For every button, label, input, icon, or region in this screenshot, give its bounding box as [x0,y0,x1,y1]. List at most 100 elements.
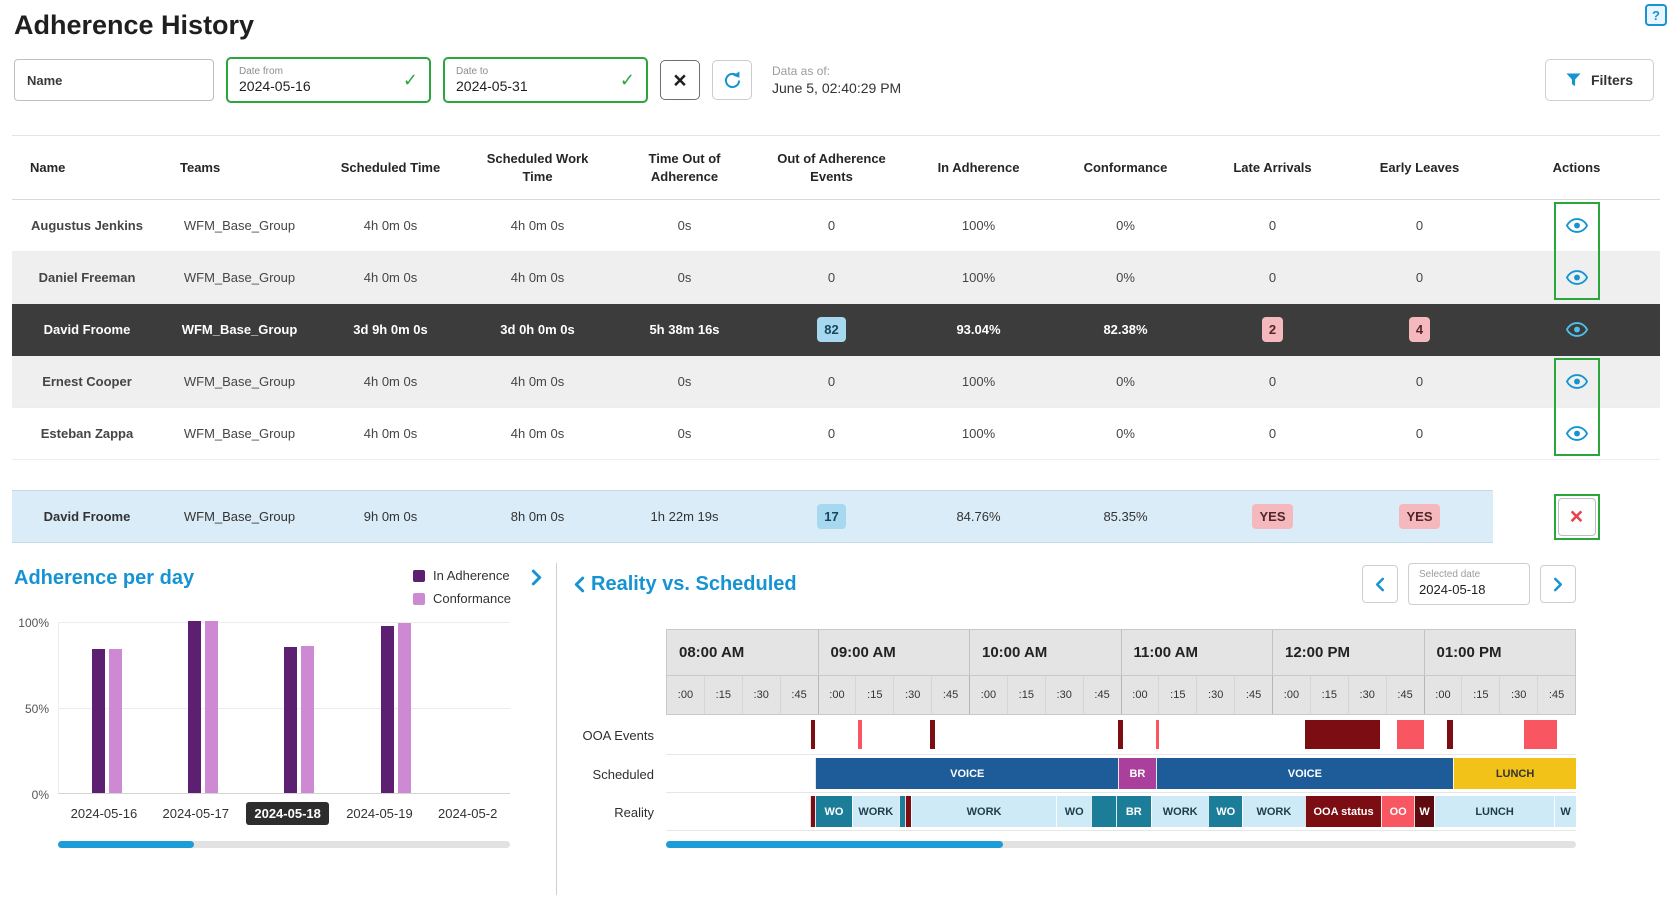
x-axis-date-label[interactable]: 2024-05-19 [338,802,421,825]
table-row-selected[interactable]: David Froome WFM_Base_Group 3d 9h 0m 0s … [12,304,1660,356]
quarter-header-cell: :00 [667,676,704,714]
selected-date-value: 2024-05-18 [1419,582,1519,597]
reality-segment[interactable] [1091,796,1116,827]
scheduled-time: 4h 0m 0s [317,252,464,304]
chart-scrollbar-thumb[interactable] [58,841,194,848]
legend-label: In Adherence [433,568,510,583]
team-name: WFM_Base_Group [162,408,317,460]
date-from-value: 2024-05-16 [239,78,403,95]
name-filter-input[interactable] [14,59,214,101]
reality-segment[interactable]: OO [1381,796,1414,827]
out-of-adherence-events: 0 [758,200,905,252]
x-axis-date-label[interactable]: 2024-05-18 [246,802,329,825]
scheduled-work-time: 3d 0h 0m 0s [464,304,611,356]
early-leaves-badge: YES [1399,504,1439,529]
time-out-of-adherence: 0s [611,252,758,304]
reality-segment[interactable]: WORK [911,796,1057,827]
x-axis-date-label[interactable]: 2024-05-2 [430,802,505,825]
selected-date-label: Selected date [1419,569,1519,580]
legend-item: Conformance [413,591,511,606]
timeline-title: Reality vs. Scheduled [591,573,797,596]
ooa-event-mark[interactable] [1156,720,1160,749]
view-details-button[interactable] [1562,318,1592,341]
ooa-event-mark[interactable] [1447,720,1453,749]
reality-segment[interactable]: WO [1056,796,1091,827]
reality-segment[interactable]: BR [1116,796,1151,827]
table-row[interactable]: Augustus Jenkins WFM_Base_Group 4h 0m 0s… [12,200,1660,252]
out-of-adherence-events: 0 [758,252,905,304]
team-name: WFM_Base_Group [162,356,317,408]
scheduled-segment[interactable]: VOICE [815,758,1118,789]
table-row[interactable]: Esteban Zappa WFM_Base_Group 4h 0m 0s 4h… [12,408,1660,460]
filter-bar: Date from 2024-05-16 ✓ Date to 2024-05-3… [14,57,1658,103]
reality-segment[interactable]: LUNCH [1434,796,1554,827]
reality-segment[interactable]: WORK [1151,796,1208,827]
refresh-button[interactable] [712,60,752,100]
bar-group [188,622,218,793]
next-date-button[interactable] [1540,565,1576,603]
employee-name: Esteban Zappa [12,408,162,460]
column-header-out-of-adherence-events[interactable]: Out of Adherence Events [758,136,905,200]
reality-segment[interactable]: W [1414,796,1434,827]
reality-segment[interactable]: WORK [852,796,899,827]
column-header-late-arrivals[interactable]: Late Arrivals [1199,136,1346,200]
ooa-event-mark[interactable] [811,720,815,749]
late-arrivals: 0 [1199,252,1346,304]
ooa-event-mark[interactable] [858,720,862,749]
column-header-name[interactable]: Name [12,136,162,200]
filters-button[interactable]: Filters [1545,59,1654,101]
ooa-event-mark[interactable] [1397,720,1424,749]
expand-chart-button[interactable] [527,567,546,588]
conformance: 0% [1052,200,1199,252]
date-from-field[interactable]: Date from 2024-05-16 ✓ [226,57,431,103]
column-header-scheduled-work-time[interactable]: Scheduled Work Time [464,136,611,200]
date-to-field[interactable]: Date to 2024-05-31 ✓ [443,57,648,103]
close-detail-button[interactable]: × [1558,498,1596,536]
prev-date-button[interactable] [1362,565,1398,603]
column-header-teams[interactable]: Teams [162,136,317,200]
in-adherence: 100% [905,252,1052,304]
ooa-event-mark[interactable] [930,720,935,749]
column-header-early-leaves[interactable]: Early Leaves [1346,136,1493,200]
column-header-conformance[interactable]: Conformance [1052,136,1199,200]
annotation-box: × [1554,494,1600,540]
time-out-of-adherence: 0s [611,408,758,460]
view-details-button[interactable] [1562,422,1592,445]
reality-segment[interactable]: WO [815,796,851,827]
ooa-event-mark[interactable] [1118,720,1123,749]
column-header-scheduled-time[interactable]: Scheduled Time [317,136,464,200]
selected-date-field[interactable]: Selected date 2024-05-18 [1408,563,1530,605]
employee-name: David Froome [12,491,162,543]
ooa-event-mark[interactable] [1305,720,1381,749]
reality-segment[interactable]: WORK [1242,796,1305,827]
table-row[interactable]: Ernest Cooper WFM_Base_Group 4h 0m 0s 4h… [12,356,1660,408]
reality-segment[interactable]: WO [1208,796,1242,827]
ooa-event-mark[interactable] [1524,720,1557,749]
x-axis-date-label[interactable]: 2024-05-16 [63,802,146,825]
quarter-header-cell: :15 [1461,676,1499,714]
help-icon[interactable]: ? [1645,4,1667,26]
conformance: 0% [1052,252,1199,304]
column-header-in-adherence[interactable]: In Adherence [905,136,1052,200]
x-axis-date-label[interactable]: 2024-05-17 [155,802,238,825]
view-details-button[interactable] [1562,370,1592,393]
timeline-scrollbar-thumb[interactable] [666,841,1003,848]
scheduled-segment[interactable]: BR [1118,758,1155,789]
view-details-button[interactable] [1562,266,1592,289]
clear-dates-button[interactable]: × [660,60,700,100]
quarter-header-cell: :45 [780,676,818,714]
time-out-of-adherence: 1h 22m 19s [611,491,758,543]
scheduled-segment[interactable]: LUNCH [1453,758,1576,789]
reality-segment[interactable]: OOA status [1305,796,1381,827]
y-tick: 0% [32,788,49,802]
collapse-panel-button[interactable] [574,576,585,593]
bottom-panels: Adherence per day In AdherenceConformanc… [0,563,1672,895]
employee-name: David Froome [12,304,162,356]
table-row[interactable]: Daniel Freeman WFM_Base_Group 4h 0m 0s 4… [12,252,1660,304]
scheduled-segment[interactable]: VOICE [1156,758,1454,789]
view-details-button[interactable] [1562,214,1592,237]
column-header-time-out-of-adherence[interactable]: Time Out of Adherence [611,136,758,200]
hour-header-cell: 12:00 PM [1272,630,1424,675]
conformance: 85.35% [1052,491,1199,543]
reality-segment[interactable]: W [1554,796,1576,827]
